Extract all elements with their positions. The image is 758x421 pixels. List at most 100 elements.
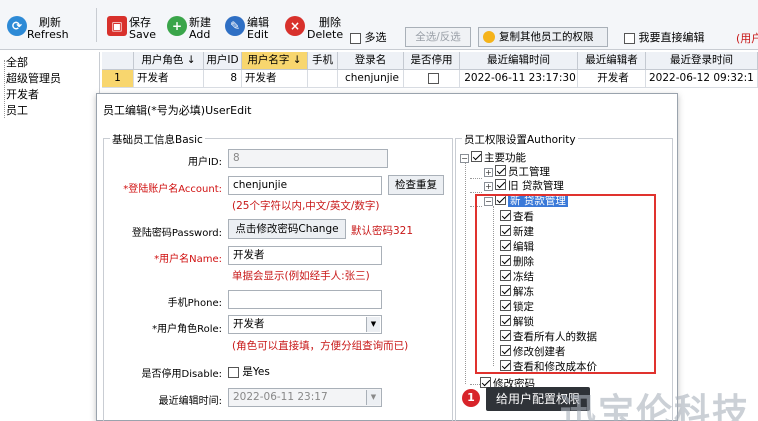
change-password-button[interactable]: 点击修改密码Change (228, 219, 346, 239)
refresh-icon: ⟳ (7, 16, 27, 36)
grid-corner (102, 52, 134, 70)
userid-field: 8 (228, 149, 388, 168)
multiselect-label: 多选 (364, 31, 387, 44)
direct-edit-check-box[interactable] (624, 32, 635, 44)
edit-time-field: 2022-06-11 23:17 ▼ (228, 388, 382, 407)
dialog-title: 员工编辑(*号为必填)UserEdit (103, 104, 252, 117)
account-field[interactable]: chenjunjie (228, 176, 382, 195)
edit-button[interactable]: ✎ 编辑 Edit (222, 6, 274, 44)
cell-disabled[interactable] (404, 70, 460, 88)
toolbar-divider (96, 8, 97, 42)
role-label: *用户角色Role: (152, 324, 222, 335)
add-icon: + (167, 16, 187, 36)
tree-node-label: 旧 贷款管理 (508, 180, 564, 192)
basic-info-group-title: 基础员工信息Basic (110, 132, 205, 147)
direct-edit-label: 我要直接编辑 (638, 31, 705, 44)
delete-icon: × (285, 16, 305, 36)
role-tree-item[interactable]: 开发者 (6, 86, 39, 102)
col-header-phone[interactable]: 手机 (308, 52, 338, 70)
col-header-login[interactable]: 登录名 (338, 52, 404, 70)
expand-icon[interactable]: + (484, 182, 493, 191)
refresh-sub-label: Refresh (27, 28, 69, 41)
row-index[interactable]: 1 (102, 70, 134, 88)
delete-sub-label: Delete (307, 28, 344, 41)
col-header-editor[interactable]: 最近编辑者 (578, 52, 646, 70)
toolbar: ⟳ 刷新 Refresh ▣ 保存 Save + 新建 Add ✎ 编辑 Edi… (0, 0, 758, 50)
col-header-edit-time[interactable]: 最近编辑时间 (460, 52, 578, 70)
add-sub-label: Add (189, 28, 211, 41)
col-header-id[interactable]: 用户ID (204, 52, 242, 70)
multiselect-checkbox[interactable]: 多选 (350, 29, 387, 45)
authority-group-title: 员工权限设置Authority (462, 132, 578, 147)
save-button[interactable]: ▣ 保存 Save (104, 6, 156, 44)
phone-label: 手机Phone: (167, 298, 222, 309)
role-hint: (角色可以直接填，方便分组查询而已) (232, 340, 409, 352)
basic-info-group: 基础员工信息Basic 用户ID: 8 *登陆账户名Account: chenj… (103, 132, 453, 421)
role-tree-item[interactable]: 超级管理员 (6, 70, 61, 86)
delete-button[interactable]: × 删除 Delete (282, 6, 346, 44)
cell-role[interactable]: 开发者 (134, 70, 204, 88)
role-tree-item[interactable]: 员工 (6, 102, 28, 118)
edit-time-label: 最近编辑时间: (158, 396, 222, 407)
cell-name[interactable]: 开发者 (242, 70, 308, 88)
edit-icon: ✎ (225, 16, 245, 36)
cell-id[interactable]: 8 (204, 70, 242, 88)
highlight-box (475, 194, 656, 374)
cell-phone[interactable] (308, 70, 338, 88)
account-hint: (25个字符以内,中文/英文/数字) (232, 200, 380, 212)
expand-icon[interactable]: + (484, 168, 493, 177)
col-header-disabled[interactable]: 是否停用 (404, 52, 460, 70)
tree-node-label: 员工管理 (508, 166, 550, 178)
save-sub-label: Save (129, 28, 157, 41)
cell-editor[interactable]: 开发者 (578, 70, 646, 88)
edit-time-value: 2022-06-11 23:17 (233, 391, 328, 403)
userid-label: 用户ID: (187, 157, 222, 168)
copy-icon (483, 31, 495, 43)
name-hint: 单据会显示(例如经手人:张三) (232, 270, 370, 282)
phone-field[interactable] (228, 290, 382, 309)
edit-sub-label: Edit (247, 28, 269, 41)
password-label: 登陆密码Password: (131, 228, 222, 239)
col-header-role[interactable]: 用户角色 ↓ (134, 52, 204, 70)
refresh-button[interactable]: ⟳ 刷新 Refresh (4, 6, 69, 44)
name-label: *用户名Name: (154, 254, 222, 265)
cell-login-time[interactable]: 2022-06-12 09:32:1 (646, 70, 758, 88)
save-icon: ▣ (107, 16, 127, 36)
add-button[interactable]: + 新建 Add (164, 6, 216, 44)
tree-node-label: 主要功能 (484, 152, 526, 164)
direct-edit-checkbox[interactable]: 我要直接编辑 (624, 29, 705, 45)
tree-checkbox[interactable] (495, 165, 506, 176)
col-header-name[interactable]: 用户名字 ↓ (242, 52, 308, 70)
disable-label: 是否停用Disable: (141, 369, 222, 380)
role-tree-item[interactable]: 全部 (6, 54, 28, 70)
cell-edit-time[interactable]: 2022-06-11 23:17:30 (460, 70, 578, 88)
disable-check-box[interactable] (228, 366, 239, 378)
copy-permission-button[interactable]: 复制其他员工的权限 (478, 27, 608, 47)
tree-checkbox[interactable] (471, 151, 482, 162)
usage-hint: (用户 (736, 32, 758, 45)
disable-checkbox[interactable]: 是Yes (228, 364, 270, 379)
select-all-button[interactable]: 全选/反选 (405, 27, 471, 47)
role-select-value: 开发者 (233, 318, 265, 330)
name-field[interactable]: 开发者 (228, 246, 382, 265)
chevron-down-icon: ▼ (366, 390, 380, 405)
chevron-down-icon[interactable]: ▼ (366, 317, 380, 332)
col-header-login-time[interactable]: 最近登录时间 (646, 52, 758, 70)
password-hint: 默认密码321 (351, 225, 414, 237)
role-tree: 全部 超级管理员 开发者 员工 (0, 52, 100, 421)
tree-node-old-loan[interactable]: + 旧 贷款管理 (484, 179, 564, 193)
cell-login[interactable]: chenjunjie (338, 70, 404, 88)
step-badge: 1 (462, 389, 480, 407)
tree-node-employee[interactable]: + 员工管理 (484, 165, 550, 179)
tree-node-root[interactable]: − 主要功能 (460, 151, 526, 165)
check-duplicate-button[interactable]: 检查重复 (388, 175, 444, 195)
watermark-logo: 迅宝伦科技 (560, 392, 751, 421)
disabled-checkbox[interactable] (427, 72, 439, 84)
multiselect-check-box[interactable] (350, 32, 361, 44)
account-label: *登陆账户名Account: (123, 184, 222, 195)
disable-checkbox-label: 是Yes (242, 366, 270, 378)
tree-checkbox[interactable] (495, 179, 506, 190)
role-select[interactable]: 开发者 ▼ (228, 315, 382, 334)
collapse-icon[interactable]: − (460, 154, 469, 163)
copy-permission-label: 复制其他员工的权限 (499, 31, 594, 43)
